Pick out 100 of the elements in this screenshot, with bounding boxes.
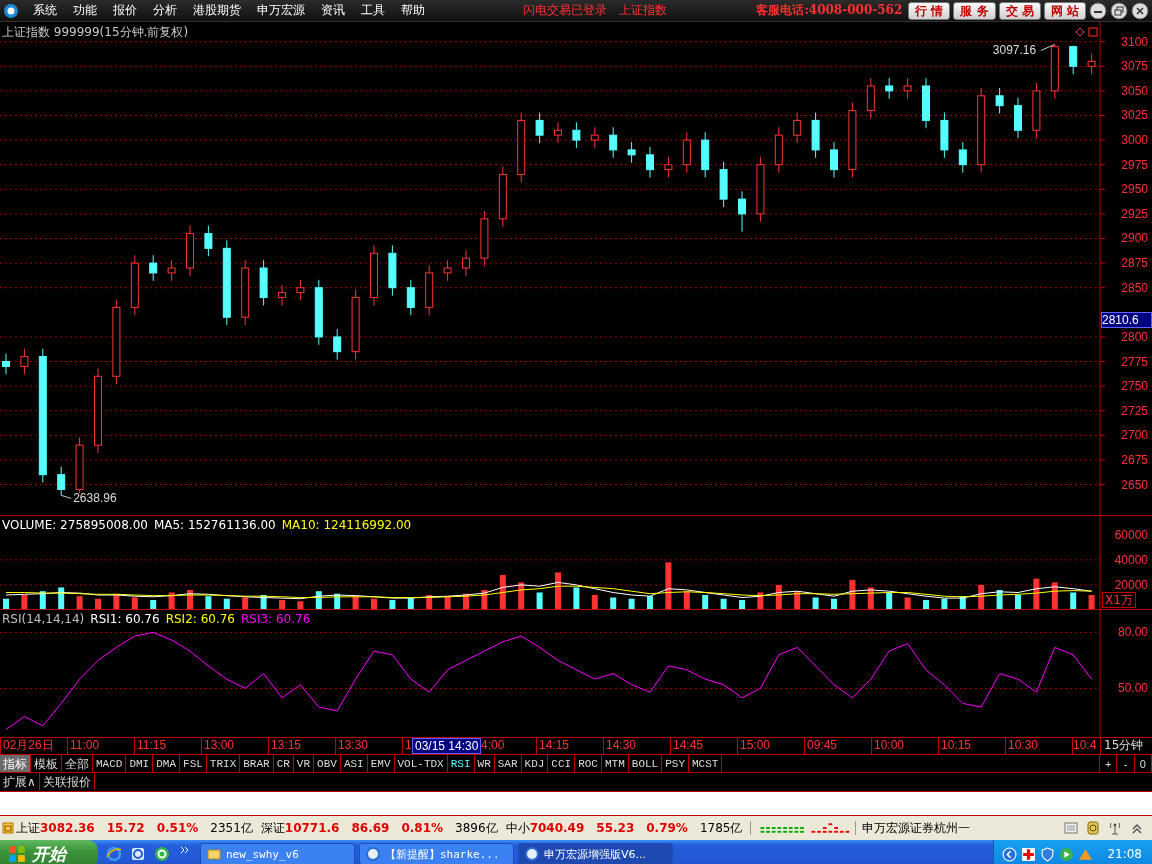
window-icon[interactable] [2, 822, 14, 834]
volume-bar [720, 598, 727, 610]
menu-item[interactable]: 系统 [25, 2, 65, 19]
volume-bar [518, 582, 525, 610]
taskbar-button[interactable]: 申万宏源增强版V6... [518, 843, 673, 864]
nav-button[interactable]: 交 易 [998, 1, 1041, 20]
menu-item[interactable]: 功能 [65, 2, 105, 19]
indicator-tab[interactable]: MCST [689, 755, 723, 772]
axis-label: 60000 [1114, 527, 1148, 542]
cursor-price-label: 2810.6 [1101, 312, 1152, 328]
turnover-amount: 1785亿 [699, 819, 743, 837]
candle [756, 156, 765, 223]
chevron-icon[interactable] [1002, 846, 1018, 862]
indicator-tab[interactable]: OBV [314, 755, 341, 772]
axis-label: 20000 [1114, 577, 1148, 592]
price-annotation: 3097.16 [992, 43, 1037, 58]
restore-icon[interactable] [1110, 1, 1128, 20]
cross-icon[interactable] [1021, 846, 1037, 862]
time-label: 10:00 [871, 738, 938, 754]
indicator-tab[interactable]: CCI [548, 755, 576, 772]
shield-icon[interactable] [1040, 846, 1056, 862]
volume-bar [831, 598, 837, 610]
close-icon[interactable] [1131, 1, 1149, 20]
browser-icon[interactable] [106, 846, 122, 862]
menu-item[interactable]: 资讯 [313, 2, 353, 19]
minimize-icon[interactable] [1089, 1, 1107, 20]
volume-bar [113, 593, 120, 610]
menu-item[interactable]: 港股期货 [185, 2, 249, 19]
diamond-icon[interactable] [1075, 27, 1085, 37]
axis-label: 3000 [1121, 133, 1148, 148]
start-button[interactable]: 开始 [0, 840, 98, 864]
browser-icon[interactable] [130, 846, 146, 862]
indicator-tab[interactable]: WR [474, 755, 495, 772]
taskbar-button[interactable]: new_swhy_v6 [200, 843, 355, 864]
index-value: 10771.6 [284, 821, 340, 835]
period-label[interactable]: 15分钟 [1100, 738, 1152, 754]
cursor-time-label: 03/15 14:30 [412, 738, 482, 754]
volume-bar [739, 599, 745, 610]
app-logo-icon [3, 2, 19, 19]
volume-bar [1033, 578, 1040, 610]
bottom-tab[interactable]: 扩展∧ [0, 773, 40, 790]
index-change: 55.23 [596, 821, 635, 835]
volume-bar [481, 589, 488, 610]
menu-item[interactable]: 工具 [353, 2, 393, 19]
menu-item[interactable]: 申万宏源 [249, 2, 313, 19]
candle [646, 146, 654, 178]
menu-item[interactable]: 分析 [145, 2, 185, 19]
panel-tab[interactable]: 模板 [31, 755, 62, 772]
candle [664, 156, 673, 178]
index-percent: 0.81% [401, 821, 444, 835]
notice-link[interactable]: 闪电交易已登录 [516, 2, 613, 19]
coin-icon[interactable] [1086, 821, 1100, 835]
legend-text: MA5: 152761136.00 [153, 518, 276, 532]
indicator-tab[interactable]: 全部 [62, 755, 93, 772]
candle [186, 225, 194, 277]
play-icon[interactable] [1059, 846, 1075, 862]
browser-icon[interactable] [154, 846, 170, 862]
broker-name: 申万宏源证券杭州一 [862, 819, 971, 837]
nav-button[interactable]: 网 站 [1043, 1, 1086, 20]
unit-label: X1万 [1102, 592, 1136, 608]
up-arrows-icon[interactable] [1130, 821, 1144, 835]
volume-bar [150, 599, 157, 610]
volume-bar [555, 572, 561, 610]
candle [296, 279, 305, 301]
candle [406, 279, 415, 316]
index-percent: 0.79% [646, 821, 688, 835]
nav-button[interactable]: 行 情 [908, 1, 951, 20]
square-icon[interactable] [1088, 27, 1098, 37]
volume-bar [1070, 592, 1077, 610]
time-label: 11:15 [134, 738, 201, 754]
candle [517, 112, 526, 183]
volume-bar [775, 584, 782, 610]
time-label: 09:45 [804, 738, 871, 754]
notice-link[interactable]: 上证指数 [612, 2, 673, 19]
indicator-tab[interactable]: MTM [602, 755, 629, 772]
menu-item[interactable]: 帮助 [393, 2, 433, 19]
volume-bar [996, 589, 1003, 610]
axis-label: 2675 [1121, 452, 1148, 467]
volume-bar [499, 574, 506, 610]
chevron-icon[interactable] [180, 845, 190, 855]
volume-bar [168, 592, 175, 610]
volume-bar [591, 594, 598, 610]
candle [793, 112, 802, 144]
axis-label: 2925 [1121, 206, 1148, 221]
volume-bar [757, 592, 764, 610]
indicator-tab[interactable]: VR [293, 755, 315, 772]
candle [498, 166, 507, 228]
panel-tab[interactable]: 指标 [0, 755, 31, 772]
taskbar-button[interactable]: 【新提醒】sharke... [359, 843, 514, 864]
menu-item[interactable]: 报价 [105, 2, 145, 19]
globe-icon [366, 847, 380, 861]
antenna-icon[interactable] [1108, 821, 1122, 835]
leader-line [1040, 44, 1056, 51]
market-breadth-icon [750, 821, 857, 835]
nav-button[interactable]: 服 务 [953, 1, 996, 20]
candle [388, 244, 397, 297]
indicator-tab[interactable]: VOL-TDX [394, 755, 448, 772]
axis-label: 80.00 [1117, 625, 1148, 640]
indicator-tab[interactable]: MACD [93, 755, 127, 772]
candle [682, 131, 691, 174]
